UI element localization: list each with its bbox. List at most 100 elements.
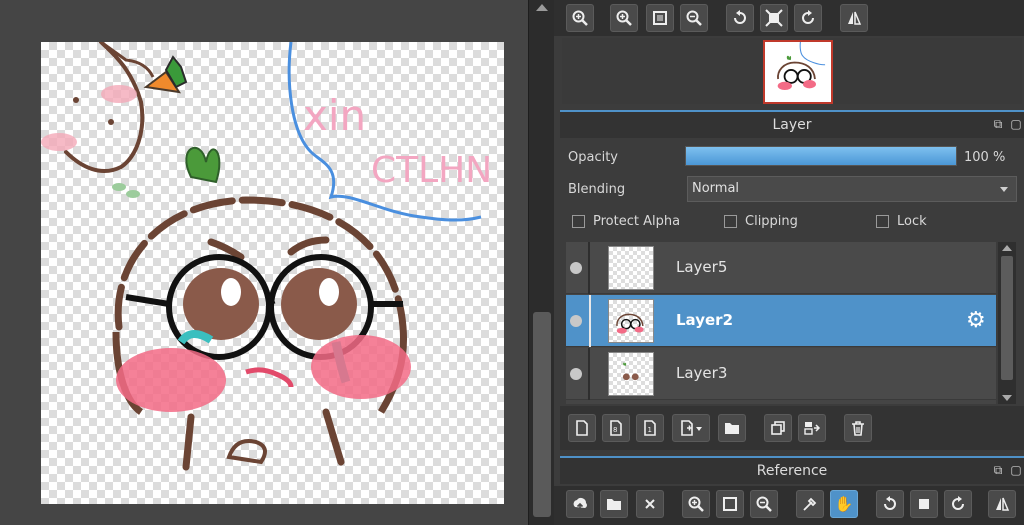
- folder-icon: [725, 423, 739, 434]
- flip-horizontal-button[interactable]: [840, 4, 868, 32]
- popout-icon[interactable]: ⧉: [992, 118, 1004, 130]
- rotate-left-button[interactable]: [726, 4, 754, 32]
- artwork-drawing: xin CTLHN: [41, 42, 492, 471]
- blending-label: Blending: [568, 182, 626, 197]
- opacity-slider-fill: [686, 147, 956, 165]
- duplicate-layer-button[interactable]: [764, 414, 792, 442]
- scroll-down-arrow-icon[interactable]: [1002, 395, 1012, 401]
- ref-rotate-left-button[interactable]: [876, 490, 904, 518]
- collapse-icon[interactable]: ▢: [1010, 118, 1022, 130]
- layer-8-icon: 8: [610, 420, 622, 436]
- navigator-thumbnail-image: [777, 42, 826, 91]
- reset-view-button[interactable]: [760, 4, 788, 32]
- open-reference-button[interactable]: [600, 490, 628, 518]
- opacity-label: Opacity: [568, 150, 619, 165]
- new-page-icon: [576, 420, 588, 436]
- layer-thumbnail: [608, 246, 654, 290]
- visibility-toggle-icon[interactable]: [570, 262, 582, 274]
- rotate-right-icon: [952, 496, 964, 510]
- canvas-vertical-scrollbar[interactable]: [528, 0, 554, 525]
- add-layer-dropdown-button[interactable]: [672, 414, 710, 442]
- layer-row-layer5[interactable]: Layer5: [566, 242, 996, 294]
- scroll-up-arrow-icon[interactable]: [1002, 245, 1012, 251]
- art-text-ctlhn: CTLHN: [371, 150, 492, 191]
- rotate-right-icon: [802, 10, 814, 24]
- lock-checkbox[interactable]: Lock: [876, 214, 927, 229]
- clipping-checkbox[interactable]: Clipping: [724, 214, 798, 229]
- right-panel: Layer ⧉ ▢ Opacity 100 % Blending Normal …: [554, 0, 1024, 525]
- scroll-up-arrow-icon[interactable]: [536, 4, 548, 11]
- svg-text:8: 8: [613, 426, 617, 434]
- ref-hand-button[interactable]: ✋: [830, 490, 858, 518]
- collapse-icon[interactable]: ▢: [1010, 464, 1022, 476]
- protect-alpha-label: Protect Alpha: [593, 214, 681, 229]
- checkbox-box[interactable]: [876, 215, 889, 228]
- layer-divider: [588, 242, 590, 294]
- ref-reset-button[interactable]: [910, 490, 938, 518]
- zoom-in-button[interactable]: [610, 4, 638, 32]
- layer-row-layer2[interactable]: Layer2 ⚙: [566, 295, 996, 347]
- duplicate-icon: [771, 421, 785, 435]
- layer-divider: [588, 348, 590, 400]
- close-reference-button[interactable]: [636, 490, 664, 518]
- new-layer-button[interactable]: [568, 414, 596, 442]
- zoom-out-icon: [756, 496, 772, 512]
- artboard[interactable]: xin CTLHN: [41, 42, 504, 504]
- merge-icon: [804, 422, 821, 435]
- blending-selected-value: Normal: [692, 181, 740, 196]
- layer-row-layer3[interactable]: Layer3: [566, 348, 996, 400]
- opacity-value: 100 %: [964, 150, 1006, 165]
- layer-name: Layer3: [676, 364, 728, 382]
- popout-icon[interactable]: ⧉: [992, 464, 1004, 476]
- ref-eyedropper-button[interactable]: [796, 490, 824, 518]
- magnifier-icon: [572, 10, 588, 26]
- flip-icon: [996, 497, 1010, 511]
- ref-zoom-out-button[interactable]: [750, 490, 778, 518]
- reset-view-icon: [919, 499, 929, 509]
- zoom-in-icon: [616, 10, 632, 26]
- scrollbar-thumb[interactable]: [1001, 256, 1013, 380]
- navigator-preview[interactable]: [562, 38, 1022, 104]
- upload-reference-button[interactable]: [566, 490, 594, 518]
- gear-icon[interactable]: ⚙: [966, 308, 986, 333]
- ref-rotate-right-button[interactable]: [944, 490, 972, 518]
- open-folder-icon: [607, 499, 621, 510]
- zoom-in-icon: [688, 496, 704, 512]
- canvas-area[interactable]: xin CTLHN: [0, 0, 528, 525]
- layer-name: Layer2: [676, 311, 734, 329]
- art-text-xin: xin: [303, 91, 366, 140]
- new-folder-button[interactable]: [718, 414, 746, 442]
- new-8bit-layer-button[interactable]: 8: [602, 414, 630, 442]
- cloud-upload-icon: [573, 498, 587, 511]
- zoom-out-button[interactable]: [680, 4, 708, 32]
- navigator-thumbnail[interactable]: [763, 40, 833, 104]
- delete-layer-button[interactable]: [844, 414, 872, 442]
- fit-screen-icon: [653, 11, 667, 25]
- opacity-slider[interactable]: [685, 146, 957, 166]
- visibility-toggle-icon[interactable]: [570, 315, 582, 327]
- visibility-toggle-icon[interactable]: [570, 368, 582, 380]
- layer-thumbnail: [608, 299, 654, 343]
- layer3-thumbnail-image: [622, 362, 639, 381]
- ref-fit-button[interactable]: [716, 490, 744, 518]
- layer2-thumbnail-image: [616, 313, 644, 334]
- checkbox-box[interactable]: [572, 215, 585, 228]
- layer-toolbar: 8 1: [560, 406, 1024, 450]
- fit-screen-button[interactable]: [646, 4, 674, 32]
- scrollbar-thumb[interactable]: [533, 312, 551, 517]
- layer-list: Layer5 Layer2 ⚙ Layer3: [566, 242, 996, 404]
- merge-layer-button[interactable]: [798, 414, 826, 442]
- layer-list-scrollbar[interactable]: [998, 242, 1016, 404]
- blending-dropdown[interactable]: Normal: [687, 176, 1017, 202]
- ref-flip-button[interactable]: [988, 490, 1016, 518]
- ref-zoom-in-button[interactable]: [682, 490, 710, 518]
- navigator-toolbar: [554, 0, 1024, 36]
- rotate-right-button[interactable]: [794, 4, 822, 32]
- new-1bit-layer-button[interactable]: 1: [636, 414, 664, 442]
- zoom-fit-button[interactable]: [566, 4, 594, 32]
- zoom-out-icon: [686, 10, 702, 26]
- rotate-left-icon: [734, 10, 746, 24]
- checkbox-box[interactable]: [724, 215, 737, 228]
- protect-alpha-checkbox[interactable]: Protect Alpha: [572, 214, 680, 229]
- eyedropper-icon: [803, 497, 817, 511]
